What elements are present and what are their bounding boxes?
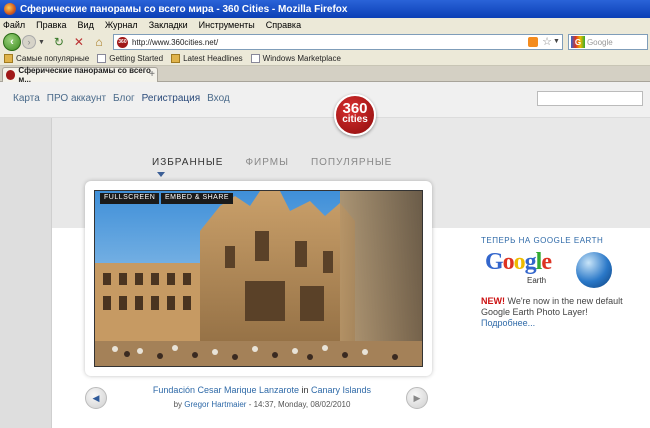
back-arrow-icon: ‹: [10, 36, 14, 48]
new-tab-icon[interactable]: +: [145, 68, 159, 81]
google-earth-text: NEW! We're now in the new default Google…: [481, 296, 631, 329]
nav-blog[interactable]: Блог: [113, 93, 135, 104]
url-dropdown-icon[interactable]: ▼: [553, 38, 560, 45]
embed-share-button[interactable]: EMBED & SHARE: [161, 193, 234, 204]
window-titlebar: Сферические панорамы со всего мира - 360…: [0, 0, 650, 18]
panorama-location-link[interactable]: Canary Islands: [311, 385, 371, 395]
url-bar[interactable]: 360 http://www.360cities.net/ ☆ ▼: [112, 34, 563, 50]
page-icon: [250, 54, 260, 63]
window-title: Сферические панорамы со всего мира - 360…: [20, 3, 348, 15]
previous-panorama-button[interactable]: ◀: [85, 387, 107, 409]
menu-bookmarks[interactable]: Закладки: [149, 20, 188, 30]
folder-icon: [4, 54, 13, 63]
bookmark-label: Latest Headlines: [183, 54, 243, 63]
panorama-image: [95, 191, 422, 366]
navigation-toolbar: ‹ › ▼ ↻ ✕ ⌂ 360 http://www.360cities.net…: [0, 32, 650, 52]
menu-history[interactable]: Журнал: [105, 20, 138, 30]
web-page: Карта ПРО аккаунт Блог Регистрация Вход …: [0, 82, 650, 428]
bookmark-most-visited[interactable]: Самые популярные: [4, 54, 89, 63]
back-button[interactable]: ‹: [3, 33, 21, 51]
panorama-card: FULLSCREEN EMBED & SHARE: [85, 181, 432, 376]
google-wordmark: Google: [485, 249, 552, 275]
nav-pro-account[interactable]: ПРО аккаунт: [47, 93, 106, 104]
search-box[interactable]: G Google: [567, 34, 648, 50]
reload-icon[interactable]: ↻: [52, 35, 66, 49]
panorama-title-link[interactable]: Fundación Cesar Marique Lanzarote: [153, 385, 299, 395]
firefox-icon: [4, 3, 16, 15]
rss-folder-icon: [171, 54, 181, 63]
menu-tools[interactable]: Инструменты: [199, 20, 255, 30]
arrow-left-icon: ◀: [92, 392, 100, 403]
author-link[interactable]: Gregor Hartmaier: [184, 400, 246, 409]
search-placeholder[interactable]: Google: [587, 38, 613, 47]
bookmarks-toolbar: Самые популярные Getting Started Latest …: [0, 52, 650, 66]
menu-file[interactable]: Файл: [3, 20, 25, 30]
arrow-right-icon: ▶: [413, 392, 421, 403]
bookmark-label: Windows Marketplace: [262, 54, 341, 63]
caption-meta: - 14:37, Monday, 08/02/2010: [246, 400, 351, 409]
bookmark-latest-headlines[interactable]: Latest Headlines: [171, 54, 243, 63]
bookmark-star-icon[interactable]: ☆: [542, 35, 552, 48]
google-earth-sub: Earth: [527, 276, 547, 285]
tab-bar: Сферические панорамы со всего м... +: [0, 66, 650, 84]
next-panorama-button[interactable]: ▶: [406, 387, 428, 409]
menu-help[interactable]: Справка: [266, 20, 301, 30]
bookmark-label: Самые популярные: [16, 54, 90, 63]
nav-login[interactable]: Вход: [207, 93, 230, 104]
google-search-engine-icon[interactable]: G: [570, 36, 585, 48]
more-link[interactable]: Подробнее...: [481, 318, 631, 329]
tab-featured[interactable]: ИЗБРАННЫЕ: [152, 157, 223, 168]
left-margin: [0, 118, 52, 428]
category-tabs: ИЗБРАННЫЕ ФИРМЫ ПОПУЛЯРНЫЕ: [152, 157, 414, 168]
tab-companies[interactable]: ФИРМЫ: [245, 157, 289, 168]
site-favicon: 360: [116, 36, 128, 48]
bookmark-getting-started[interactable]: Getting Started: [97, 54, 163, 63]
site-search-input[interactable]: [537, 91, 643, 106]
panorama-viewer[interactable]: FULLSCREEN EMBED & SHARE: [94, 190, 423, 367]
url-text[interactable]: http://www.360cities.net/: [132, 38, 218, 47]
tab-popular[interactable]: ПОПУЛЯРНЫЕ: [311, 157, 392, 168]
site-logo[interactable]: 360 cities: [334, 94, 376, 136]
page-icon: [97, 54, 107, 63]
stop-icon[interactable]: ✕: [72, 35, 86, 49]
menubar: Файл Правка Вид Журнал Закладки Инструме…: [0, 18, 650, 32]
tab-active[interactable]: Сферические панорамы со всего м...: [2, 66, 158, 84]
site-header: Карта ПРО аккаунт Блог Регистрация Вход: [0, 82, 650, 118]
history-dropdown-icon[interactable]: ▼: [38, 39, 45, 46]
forward-button[interactable]: ›: [22, 35, 36, 49]
home-icon[interactable]: ⌂: [92, 35, 106, 49]
google-earth-heading: ТЕПЕРЬ НА GOOGLE EARTH: [481, 236, 604, 245]
caption-in: in: [299, 385, 312, 395]
main-content: ИЗБРАННЫЕ ФИРМЫ ПОПУЛЯРНЫЕ FULLSCREEN EM…: [52, 118, 650, 428]
menu-edit[interactable]: Правка: [36, 20, 66, 30]
new-badge: NEW!: [481, 296, 505, 306]
site-favicon: [6, 70, 16, 80]
nav-map[interactable]: Карта: [13, 93, 40, 104]
menu-view[interactable]: Вид: [78, 20, 94, 30]
forward-arrow-icon: ›: [27, 37, 31, 47]
panorama-caption: Fundación Cesar Marique Lanzarote in Can…: [142, 385, 382, 410]
fullscreen-button[interactable]: FULLSCREEN: [100, 193, 160, 204]
logo-line-cities: cities: [342, 114, 368, 125]
caption-by: by: [173, 400, 185, 409]
google-earth-globe-icon[interactable]: [576, 252, 612, 288]
bookmark-windows-marketplace[interactable]: Windows Marketplace: [250, 54, 341, 63]
bookmark-label: Getting Started: [109, 54, 164, 63]
active-tab-indicator-icon: [157, 172, 165, 177]
site-nav: Карта ПРО аккаунт Блог Регистрация Вход: [13, 93, 237, 104]
rss-feed-icon[interactable]: [527, 37, 538, 47]
nav-register[interactable]: Регистрация: [142, 93, 200, 104]
